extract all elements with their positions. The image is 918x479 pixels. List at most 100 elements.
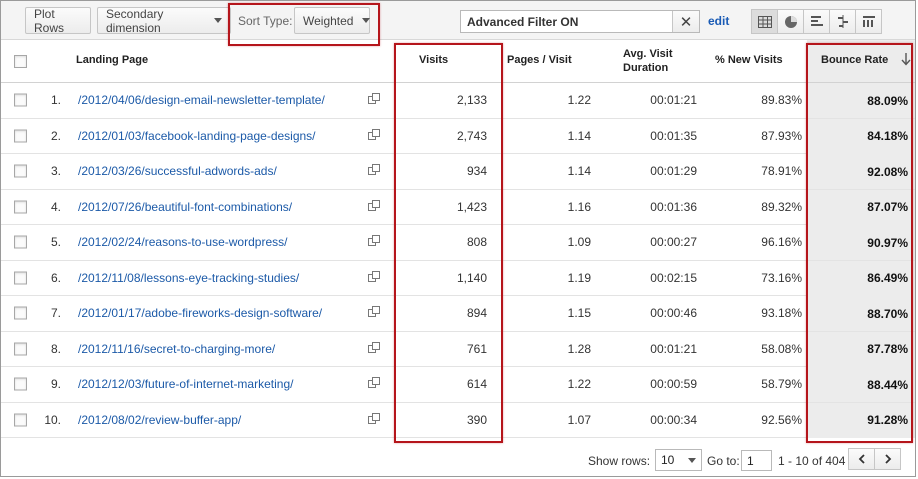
popout-icon[interactable]	[368, 412, 380, 427]
visits-cell: 808	[466, 235, 487, 250]
popout-icon[interactable]	[368, 199, 380, 214]
show-rows-select[interactable]: 10	[655, 449, 702, 471]
new-visits-header[interactable]: % New Visits	[715, 54, 783, 66]
avg-duration-cell: 00:00:34	[650, 412, 697, 427]
visits-header[interactable]: Visits	[419, 54, 448, 66]
table-row: 3. /2012/03/26/successful-adwords-ads/934…	[1, 154, 915, 190]
row-index: 7.	[50, 306, 61, 321]
show-rows-value: 10	[661, 453, 675, 467]
row-checkbox[interactable]	[14, 200, 27, 214]
bounce-rate-cell: 91.28%	[807, 402, 915, 438]
avg-duration-cell: 00:01:29	[650, 164, 697, 179]
popout-icon[interactable]	[368, 164, 380, 178]
bounce-rate-cell: 88.09%	[807, 83, 915, 118]
landing-page-link[interactable]: /2012/01/03/facebook-landing-page-design…	[78, 129, 316, 143]
popout-icon[interactable]	[368, 235, 380, 249]
visits-cell: 2,743	[456, 128, 487, 143]
row-index: 9.	[50, 377, 61, 392]
popout-icon[interactable]	[368, 306, 380, 320]
sort-type-dropdown[interactable]: Weighted	[294, 7, 371, 34]
landing-page-link[interactable]: /2012/11/08/lessons-eye-tracking-studies…	[78, 271, 299, 285]
row-checkbox[interactable]	[14, 342, 27, 356]
row-checkbox[interactable]	[14, 377, 27, 391]
popout-icon[interactable]	[368, 93, 380, 107]
bounce-rate-value: 87.78%	[867, 342, 908, 356]
landing-page-link[interactable]: /2012/01/17/adobe-fireworks-design-softw…	[78, 306, 322, 320]
row-checkbox[interactable]	[14, 93, 27, 107]
plot-rows-button[interactable]: Plot Rows	[25, 7, 91, 35]
landing-page-link[interactable]: /2012/02/24/reasons-to-use-wordpress/	[78, 235, 287, 249]
row-checkbox[interactable]	[14, 413, 27, 427]
edit-filter-link[interactable]: edit	[708, 14, 729, 28]
pages-per-visit-cell: 1.16	[567, 199, 591, 214]
chevron-left-icon	[858, 454, 865, 464]
visits-cell: 894	[466, 306, 487, 321]
goto-page-input[interactable]: 1	[741, 450, 772, 471]
bounce-rate-header: Bounce Rate	[821, 54, 889, 66]
row-checkbox[interactable]	[14, 271, 27, 285]
visits-cell: 1,423	[456, 199, 487, 214]
landing-page-link[interactable]: /2012/03/26/successful-adwords-ads/	[78, 164, 277, 178]
secondary-dimension-dropdown[interactable]: Secondary dimension	[97, 7, 231, 35]
bounce-rate-value: 86.49%	[867, 271, 908, 285]
pages-per-visit-cell: 1.07	[567, 412, 591, 427]
table-row: 4. /2012/07/26/beautiful-font-combination…	[1, 189, 915, 225]
popout-icon[interactable]	[368, 270, 380, 285]
popout-icon[interactable]	[368, 341, 380, 356]
goto-page-value: 1	[747, 453, 754, 468]
next-page-button[interactable]	[874, 448, 901, 470]
close-icon[interactable]: ✕	[672, 11, 699, 32]
select-all-checkbox[interactable]	[14, 55, 27, 68]
goto-label: Go to:	[707, 454, 740, 468]
table-view-icon[interactable]	[751, 9, 778, 34]
avg-duration-cell: 00:01:35	[650, 128, 697, 143]
avg-duration-cell: 00:00:27	[650, 235, 697, 250]
advanced-filter-text: Advanced Filter ON	[467, 14, 579, 29]
bounce-rate-cell: 86.49%	[807, 260, 915, 296]
row-index: 2.	[50, 128, 61, 143]
landing-page-link[interactable]: /2012/12/03/future-of-internet-marketing…	[78, 377, 293, 391]
pages-per-visit-cell: 1.28	[567, 341, 591, 356]
advanced-filter-field[interactable]: Advanced Filter ON ✕	[460, 10, 700, 33]
popout-icon[interactable]	[368, 377, 380, 391]
new-visits-cell: 87.93%	[761, 128, 802, 143]
pie-view-icon[interactable]	[777, 9, 804, 34]
performance-view-icon[interactable]	[803, 9, 830, 34]
bounce-rate-value: 88.09%	[867, 93, 908, 108]
bounce-rate-value: 90.97%	[867, 235, 908, 250]
avg-visit-duration-header[interactable]: Avg. Visit Duration	[623, 47, 683, 75]
bounce-rate-cell: 92.08%	[807, 154, 915, 189]
landing-page-link[interactable]: /2012/08/02/review-buffer-app/	[78, 413, 241, 427]
avg-duration-cell: 00:00:46	[650, 306, 697, 321]
show-rows-label: Show rows:	[588, 454, 651, 468]
bounce-rate-value: 84.18%	[867, 129, 908, 143]
pages-per-visit-cell: 1.19	[567, 270, 591, 285]
view-switcher	[751, 9, 882, 34]
row-checkbox[interactable]	[14, 306, 27, 320]
comparison-view-icon[interactable]	[829, 9, 856, 34]
table-row: 1. /2012/04/06/design-email-newsletter-te…	[1, 83, 915, 119]
landing-page-link[interactable]: /2012/11/16/secret-to-charging-more/	[78, 342, 275, 356]
chevron-down-icon	[362, 18, 371, 23]
pages-per-visit-cell: 1.14	[567, 164, 591, 179]
table-row: 5. /2012/02/24/reasons-to-use-wordpress/8…	[1, 225, 915, 261]
pagination-range: 1 - 10 of 404	[778, 454, 846, 468]
row-checkbox[interactable]	[14, 129, 27, 143]
bounce-rate-header-cell[interactable]: Bounce Rate	[807, 40, 915, 82]
landing-page-link[interactable]: /2012/07/26/beautiful-font-combinations/	[78, 200, 292, 214]
new-visits-cell: 89.83%	[761, 93, 802, 108]
popout-icon[interactable]	[368, 128, 380, 143]
pages-per-visit-header[interactable]: Pages / Visit	[507, 54, 572, 66]
row-checkbox[interactable]	[14, 164, 27, 178]
chevron-down-icon	[688, 457, 697, 463]
new-visits-cell: 96.16%	[761, 235, 802, 250]
avg-duration-cell: 00:01:21	[650, 341, 697, 356]
row-index: 1.	[50, 93, 61, 108]
pivot-view-icon[interactable]	[855, 9, 882, 34]
sort-descending-icon	[901, 53, 911, 66]
row-checkbox[interactable]	[14, 235, 27, 249]
landing-page-header[interactable]: Landing Page	[76, 54, 148, 66]
bounce-rate-value: 87.07%	[867, 200, 908, 214]
landing-page-link[interactable]: /2012/04/06/design-email-newsletter-temp…	[78, 93, 325, 107]
previous-page-button[interactable]	[848, 448, 875, 470]
